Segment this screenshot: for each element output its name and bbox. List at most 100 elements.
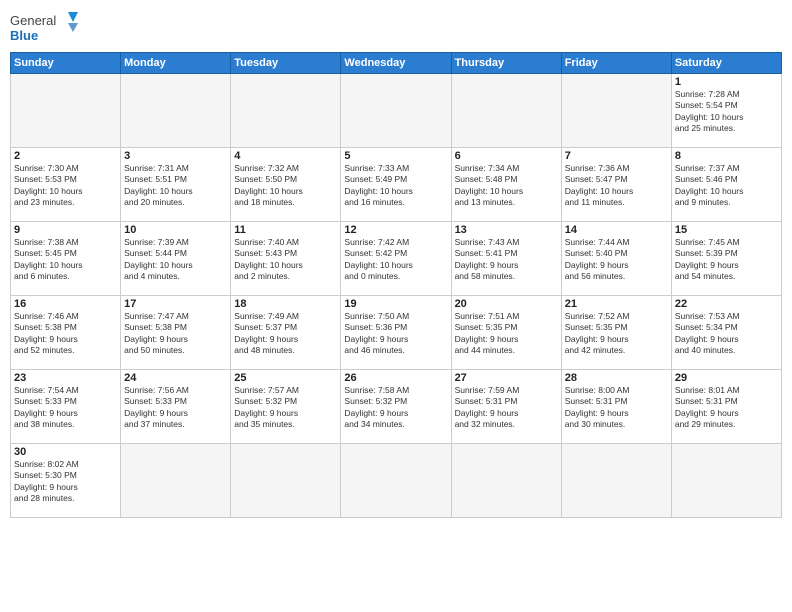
day-number: 30	[14, 446, 117, 458]
day-info: Sunrise: 7:43 AM Sunset: 5:41 PM Dayligh…	[455, 237, 558, 283]
logo-svg: General Blue	[10, 10, 80, 46]
calendar-cell: 16Sunrise: 7:46 AM Sunset: 5:38 PM Dayli…	[11, 296, 121, 370]
calendar-cell: 24Sunrise: 7:56 AM Sunset: 5:33 PM Dayli…	[121, 370, 231, 444]
calendar-cell: 30Sunrise: 8:02 AM Sunset: 5:30 PM Dayli…	[11, 444, 121, 518]
weekday-header: Thursday	[451, 53, 561, 74]
calendar-cell	[11, 74, 121, 148]
calendar-week-row: 23Sunrise: 7:54 AM Sunset: 5:33 PM Dayli…	[11, 370, 782, 444]
calendar-cell: 27Sunrise: 7:59 AM Sunset: 5:31 PM Dayli…	[451, 370, 561, 444]
day-info: Sunrise: 7:50 AM Sunset: 5:36 PM Dayligh…	[344, 311, 447, 357]
calendar-cell: 1Sunrise: 7:28 AM Sunset: 5:54 PM Daylig…	[671, 74, 781, 148]
calendar-cell: 15Sunrise: 7:45 AM Sunset: 5:39 PM Dayli…	[671, 222, 781, 296]
calendar-cell	[121, 74, 231, 148]
calendar-week-row: 30Sunrise: 8:02 AM Sunset: 5:30 PM Dayli…	[11, 444, 782, 518]
day-info: Sunrise: 7:28 AM Sunset: 5:54 PM Dayligh…	[675, 89, 778, 135]
calendar-cell: 22Sunrise: 7:53 AM Sunset: 5:34 PM Dayli…	[671, 296, 781, 370]
weekday-header: Wednesday	[341, 53, 451, 74]
day-number: 8	[675, 150, 778, 162]
day-number: 25	[234, 372, 337, 384]
day-info: Sunrise: 7:36 AM Sunset: 5:47 PM Dayligh…	[565, 163, 668, 209]
weekday-header: Friday	[561, 53, 671, 74]
day-info: Sunrise: 8:00 AM Sunset: 5:31 PM Dayligh…	[565, 385, 668, 431]
day-number: 14	[565, 224, 668, 236]
calendar-cell: 13Sunrise: 7:43 AM Sunset: 5:41 PM Dayli…	[451, 222, 561, 296]
day-info: Sunrise: 8:02 AM Sunset: 5:30 PM Dayligh…	[14, 459, 117, 505]
calendar-week-row: 2Sunrise: 7:30 AM Sunset: 5:53 PM Daylig…	[11, 148, 782, 222]
calendar-cell	[451, 444, 561, 518]
calendar-cell: 10Sunrise: 7:39 AM Sunset: 5:44 PM Dayli…	[121, 222, 231, 296]
calendar-week-row: 9Sunrise: 7:38 AM Sunset: 5:45 PM Daylig…	[11, 222, 782, 296]
calendar-cell: 11Sunrise: 7:40 AM Sunset: 5:43 PM Dayli…	[231, 222, 341, 296]
svg-text:Blue: Blue	[10, 28, 38, 43]
day-number: 21	[565, 298, 668, 310]
calendar-cell: 25Sunrise: 7:57 AM Sunset: 5:32 PM Dayli…	[231, 370, 341, 444]
day-number: 6	[455, 150, 558, 162]
calendar-cell: 21Sunrise: 7:52 AM Sunset: 5:35 PM Dayli…	[561, 296, 671, 370]
calendar-cell: 23Sunrise: 7:54 AM Sunset: 5:33 PM Dayli…	[11, 370, 121, 444]
day-info: Sunrise: 7:45 AM Sunset: 5:39 PM Dayligh…	[675, 237, 778, 283]
calendar-cell: 6Sunrise: 7:34 AM Sunset: 5:48 PM Daylig…	[451, 148, 561, 222]
day-number: 12	[344, 224, 447, 236]
page: General Blue SundayMondayTuesdayWednesda…	[0, 0, 792, 612]
calendar-cell: 2Sunrise: 7:30 AM Sunset: 5:53 PM Daylig…	[11, 148, 121, 222]
weekday-header: Monday	[121, 53, 231, 74]
calendar-cell: 18Sunrise: 7:49 AM Sunset: 5:37 PM Dayli…	[231, 296, 341, 370]
day-info: Sunrise: 7:39 AM Sunset: 5:44 PM Dayligh…	[124, 237, 227, 283]
calendar-cell	[341, 444, 451, 518]
header: General Blue	[10, 10, 782, 46]
day-info: Sunrise: 7:33 AM Sunset: 5:49 PM Dayligh…	[344, 163, 447, 209]
day-info: Sunrise: 7:42 AM Sunset: 5:42 PM Dayligh…	[344, 237, 447, 283]
day-number: 15	[675, 224, 778, 236]
day-info: Sunrise: 7:44 AM Sunset: 5:40 PM Dayligh…	[565, 237, 668, 283]
weekday-header: Saturday	[671, 53, 781, 74]
day-info: Sunrise: 7:34 AM Sunset: 5:48 PM Dayligh…	[455, 163, 558, 209]
day-info: Sunrise: 7:30 AM Sunset: 5:53 PM Dayligh…	[14, 163, 117, 209]
day-info: Sunrise: 7:31 AM Sunset: 5:51 PM Dayligh…	[124, 163, 227, 209]
day-info: Sunrise: 7:56 AM Sunset: 5:33 PM Dayligh…	[124, 385, 227, 431]
calendar-cell	[121, 444, 231, 518]
calendar-cell	[341, 74, 451, 148]
day-number: 22	[675, 298, 778, 310]
calendar-cell: 12Sunrise: 7:42 AM Sunset: 5:42 PM Dayli…	[341, 222, 451, 296]
day-info: Sunrise: 7:58 AM Sunset: 5:32 PM Dayligh…	[344, 385, 447, 431]
day-number: 18	[234, 298, 337, 310]
day-number: 16	[14, 298, 117, 310]
calendar-cell: 29Sunrise: 8:01 AM Sunset: 5:31 PM Dayli…	[671, 370, 781, 444]
day-number: 19	[344, 298, 447, 310]
calendar: SundayMondayTuesdayWednesdayThursdayFrid…	[10, 52, 782, 518]
day-number: 4	[234, 150, 337, 162]
calendar-cell: 17Sunrise: 7:47 AM Sunset: 5:38 PM Dayli…	[121, 296, 231, 370]
logo: General Blue	[10, 10, 80, 46]
svg-text:General: General	[10, 13, 56, 28]
calendar-cell	[671, 444, 781, 518]
day-number: 17	[124, 298, 227, 310]
day-number: 1	[675, 76, 778, 88]
day-info: Sunrise: 7:57 AM Sunset: 5:32 PM Dayligh…	[234, 385, 337, 431]
weekday-header: Tuesday	[231, 53, 341, 74]
day-number: 27	[455, 372, 558, 384]
day-number: 9	[14, 224, 117, 236]
calendar-cell	[451, 74, 561, 148]
weekday-header-row: SundayMondayTuesdayWednesdayThursdayFrid…	[11, 53, 782, 74]
day-info: Sunrise: 7:54 AM Sunset: 5:33 PM Dayligh…	[14, 385, 117, 431]
calendar-cell	[231, 444, 341, 518]
day-number: 5	[344, 150, 447, 162]
calendar-cell	[561, 74, 671, 148]
calendar-cell: 20Sunrise: 7:51 AM Sunset: 5:35 PM Dayli…	[451, 296, 561, 370]
day-number: 13	[455, 224, 558, 236]
calendar-cell: 14Sunrise: 7:44 AM Sunset: 5:40 PM Dayli…	[561, 222, 671, 296]
day-number: 7	[565, 150, 668, 162]
weekday-header: Sunday	[11, 53, 121, 74]
day-info: Sunrise: 7:51 AM Sunset: 5:35 PM Dayligh…	[455, 311, 558, 357]
day-number: 24	[124, 372, 227, 384]
calendar-cell: 28Sunrise: 8:00 AM Sunset: 5:31 PM Dayli…	[561, 370, 671, 444]
day-info: Sunrise: 7:46 AM Sunset: 5:38 PM Dayligh…	[14, 311, 117, 357]
calendar-cell: 26Sunrise: 7:58 AM Sunset: 5:32 PM Dayli…	[341, 370, 451, 444]
calendar-cell: 4Sunrise: 7:32 AM Sunset: 5:50 PM Daylig…	[231, 148, 341, 222]
day-info: Sunrise: 7:47 AM Sunset: 5:38 PM Dayligh…	[124, 311, 227, 357]
calendar-cell	[561, 444, 671, 518]
calendar-cell	[231, 74, 341, 148]
calendar-cell: 3Sunrise: 7:31 AM Sunset: 5:51 PM Daylig…	[121, 148, 231, 222]
calendar-week-row: 1Sunrise: 7:28 AM Sunset: 5:54 PM Daylig…	[11, 74, 782, 148]
day-info: Sunrise: 7:40 AM Sunset: 5:43 PM Dayligh…	[234, 237, 337, 283]
